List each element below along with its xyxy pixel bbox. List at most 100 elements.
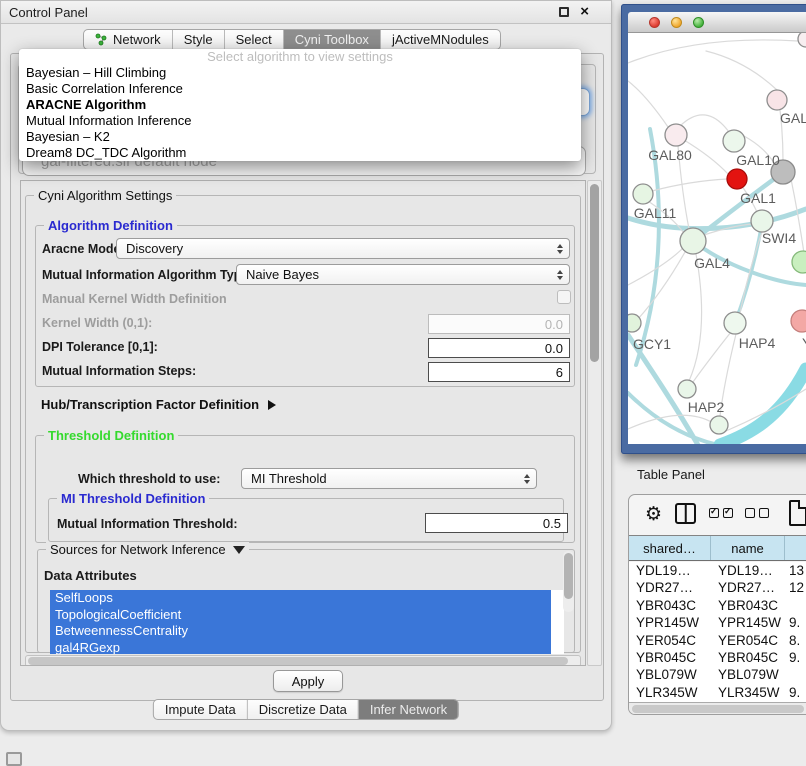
node-label: GAL1	[740, 190, 776, 206]
group-title: Algorithm Definition	[44, 218, 177, 233]
mi-steps-field[interactable]: 6	[428, 362, 570, 382]
network-edge[interactable]	[689, 254, 702, 381]
new-table-icon[interactable]	[789, 500, 806, 526]
algorithm-option[interactable]: Mutual Information Inference	[19, 113, 581, 129]
network-node[interactable]	[680, 228, 706, 254]
network-edge[interactable]	[636, 129, 659, 365]
algorithm-option[interactable]: Bayesian – Hill Climbing	[19, 65, 581, 81]
network-node[interactable]	[710, 416, 728, 434]
tab-cyni-toolbox[interactable]: Cyni Toolbox	[283, 30, 380, 49]
table-row[interactable]: YBR045CYBR045C9.	[629, 649, 806, 666]
close-traffic-light-icon[interactable]	[649, 17, 660, 28]
network-node[interactable]	[727, 169, 747, 189]
tab-select[interactable]: Select	[224, 30, 283, 49]
sources-expander[interactable]: Sources for Network Inference	[46, 542, 249, 557]
table-row[interactable]: YDR27…YDR27…12	[629, 579, 806, 596]
network-node[interactable]	[791, 310, 806, 332]
table-toolbar: ⚙	[629, 495, 806, 535]
network-node[interactable]	[665, 124, 687, 146]
attribute-item[interactable]: gal4RGexp	[50, 640, 551, 655]
dpi-tolerance-field[interactable]: 0.0	[428, 338, 570, 358]
zoom-traffic-light-icon[interactable]	[693, 17, 704, 28]
kernel-width-field[interactable]: 0.0	[428, 314, 570, 334]
tab-infer-network[interactable]: Infer Network	[358, 700, 458, 719]
column-header[interactable]: name	[711, 536, 785, 560]
network-edge[interactable]	[693, 332, 731, 382]
close-icon[interactable]: ×	[580, 3, 589, 20]
which-threshold-combo[interactable]: MI Threshold	[241, 468, 537, 489]
which-threshold-label: Which threshold to use:	[78, 472, 220, 486]
deselect-all-columns-icon[interactable]	[745, 508, 769, 518]
network-node[interactable]	[628, 314, 641, 332]
collapsed-panel-icon[interactable]	[6, 752, 22, 766]
network-node[interactable]	[678, 380, 696, 398]
network-edge[interactable]	[652, 179, 727, 191]
algorithm-option[interactable]: ARACNE Algorithm	[19, 97, 581, 113]
tab-jactivemnodules[interactable]: jActiveMNodules	[380, 30, 500, 49]
scrollbar-thumb[interactable]	[632, 705, 804, 713]
mi-threshold-field[interactable]: 0.5	[425, 513, 568, 533]
network-edge[interactable]	[720, 369, 806, 444]
network-canvas-svg[interactable]: GALGAL80GAL10GAL1GAL11SWI4GAL4GCY1HAP4YH…	[628, 33, 806, 444]
aracne-mode-combo[interactable]: Discovery	[116, 238, 570, 259]
column-header[interactable]	[785, 536, 806, 560]
hub-definition-expander[interactable]: Hub/Transcription Factor Definition	[41, 397, 276, 412]
network-node[interactable]	[723, 130, 745, 152]
attributes-scrollbar[interactable]	[563, 551, 574, 612]
column-header[interactable]: shared…	[629, 536, 711, 560]
mi-algorithm-type-combo[interactable]: Naive Bayes	[236, 264, 570, 285]
table-horizontal-scrollbar[interactable]	[629, 702, 806, 715]
tab-impute-data[interactable]: Impute Data	[154, 700, 247, 719]
network-node[interactable]	[724, 312, 746, 334]
network-edge[interactable]	[628, 40, 798, 63]
network-node[interactable]	[751, 210, 773, 232]
manual-kernel-checkbox[interactable]	[557, 290, 571, 304]
table-row[interactable]: YBL079WYBL079W	[629, 666, 806, 683]
network-edge[interactable]	[638, 252, 685, 319]
network-edge[interactable]	[706, 51, 777, 90]
algorithm-dropdown-popup: Select algorithm to view settings Bayesi…	[19, 49, 581, 161]
network-node[interactable]	[792, 251, 806, 273]
tab-style[interactable]: Style	[172, 30, 224, 49]
network-edge[interactable]	[628, 81, 668, 127]
bottom-tabs: Impute Data Discretize Data Infer Networ…	[153, 699, 459, 720]
scrollbar-thumb[interactable]	[590, 184, 599, 362]
node-label: HAP2	[688, 399, 725, 415]
network-node[interactable]	[798, 33, 806, 47]
table-row[interactable]: YDL19…YDL19…13	[629, 562, 806, 579]
combo-value: MI Threshold	[251, 471, 327, 486]
data-attributes-list[interactable]: SelfLoopsTopologicalCoefficientBetweenne…	[50, 590, 564, 654]
stepper-icon	[557, 270, 563, 280]
network-node[interactable]	[767, 90, 787, 110]
horizontal-scrollbar[interactable]	[25, 655, 581, 666]
table-cell: 12	[785, 579, 806, 596]
table-row[interactable]: YPR145WYPR145W9.	[629, 614, 806, 631]
vertical-scrollbar[interactable]	[587, 180, 602, 666]
algorithm-option[interactable]: Dream8 DC_TDC Algorithm	[19, 145, 581, 161]
scrollbar-thumb[interactable]	[28, 657, 568, 665]
select-all-columns-icon[interactable]	[709, 508, 733, 518]
stepper-icon	[524, 474, 530, 484]
float-window-icon[interactable]	[559, 7, 569, 17]
attribute-item[interactable]: TopologicalCoefficient	[50, 607, 551, 624]
network-window-titlebar[interactable]	[628, 12, 806, 33]
apply-button[interactable]: Apply	[273, 670, 343, 692]
minimize-traffic-light-icon[interactable]	[671, 17, 682, 28]
scrollbar-thumb[interactable]	[564, 553, 573, 599]
tab-network[interactable]: Network	[84, 30, 172, 49]
tab-discretize-data[interactable]: Discretize Data	[247, 700, 358, 719]
network-node[interactable]	[633, 184, 653, 204]
network-canvas[interactable]: GALGAL80GAL10GAL1GAL11SWI4GAL4GCY1HAP4YH…	[628, 33, 806, 444]
mi-type-label: Mutual Information Algorithm Type:	[42, 268, 252, 282]
attribute-item[interactable]: SelfLoops	[50, 590, 551, 607]
gear-icon[interactable]: ⚙	[645, 503, 662, 525]
combo-value: Discovery	[126, 241, 183, 256]
attribute-item[interactable]: BetweennessCentrality	[50, 623, 551, 640]
table-row[interactable]: YLR345WYLR345W9.	[629, 684, 806, 701]
algorithm-option[interactable]: Bayesian – K2	[19, 129, 581, 145]
network-edge[interactable]	[680, 115, 729, 132]
algorithm-option[interactable]: Basic Correlation Inference	[19, 81, 581, 97]
table-row[interactable]: YER054CYER054C8.	[629, 632, 806, 649]
columns-icon[interactable]	[675, 503, 696, 524]
table-row[interactable]: YBR043CYBR043C	[629, 597, 806, 614]
